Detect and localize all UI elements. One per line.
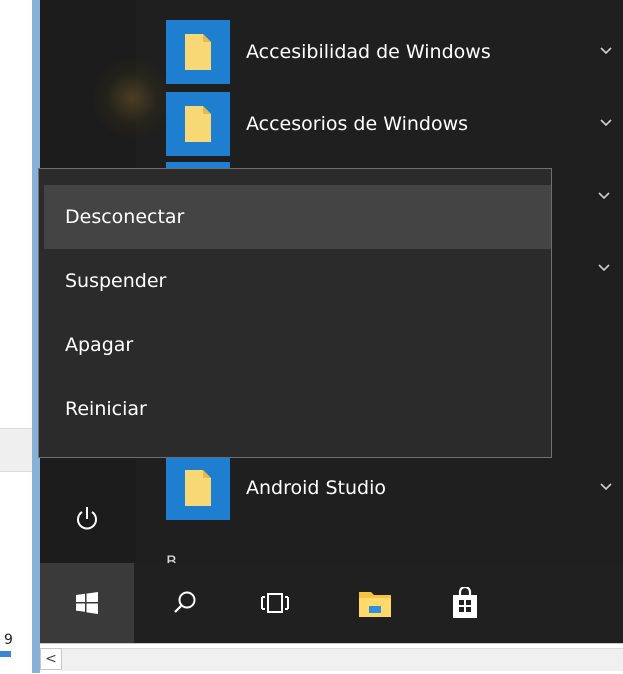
folder-icon [185,470,211,506]
app-tile [166,456,230,520]
app-item-accesorios[interactable]: Accesorios de Windows [166,92,623,156]
chevron-down-icon[interactable] [597,42,615,60]
power-button[interactable] [64,496,110,542]
task-view-button[interactable] [250,563,300,643]
windows-logo-icon [76,592,98,614]
chevron-down-icon[interactable] [597,478,615,496]
taskbar [40,563,623,643]
horizontal-scrollbar-track[interactable] [62,648,623,671]
power-options-menu: Desconectar Suspender Apagar Reiniciar [38,168,552,458]
start-button[interactable] [40,563,134,643]
power-icon [77,507,97,530]
desktop-partial-text: 9 [4,632,13,648]
menu-item-reiniciar[interactable]: Reiniciar [39,377,551,441]
app-item-accesibilidad[interactable]: Accesibilidad de Windows [166,20,623,84]
task-view-icon [261,593,289,613]
app-label: Accesorios de Windows [246,113,469,135]
desktop-left-strip: 9 [0,0,32,673]
app-tile [166,20,230,84]
app-tile [166,92,230,156]
desktop-window-edge [0,428,32,472]
user-avatar-blur [92,58,172,138]
chevron-down-icon[interactable] [595,259,613,277]
file-explorer-icon [359,592,391,617]
desktop-blue-mark [0,651,11,657]
window-bottom-strip: < [40,643,623,674]
search-icon [174,591,196,613]
app-label: Accesibilidad de Windows [246,41,491,63]
menu-item-suspender[interactable]: Suspender [39,249,551,313]
app-label: Android Studio [246,477,387,499]
menu-item-apagar[interactable]: Apagar [39,313,551,377]
chevron-down-icon[interactable] [597,114,615,132]
chevron-down-icon[interactable] [595,187,613,205]
scroll-left-button[interactable]: < [40,648,62,670]
section-letter: B [166,552,177,563]
search-button[interactable] [160,563,210,643]
store-button[interactable] [440,563,490,643]
app-item-android-studio[interactable]: Android Studio [166,456,623,520]
folder-icon [185,106,211,142]
store-icon [453,587,477,618]
file-explorer-button[interactable] [350,563,400,643]
menu-item-desconectar[interactable]: Desconectar [44,185,551,249]
folder-icon [185,34,211,70]
